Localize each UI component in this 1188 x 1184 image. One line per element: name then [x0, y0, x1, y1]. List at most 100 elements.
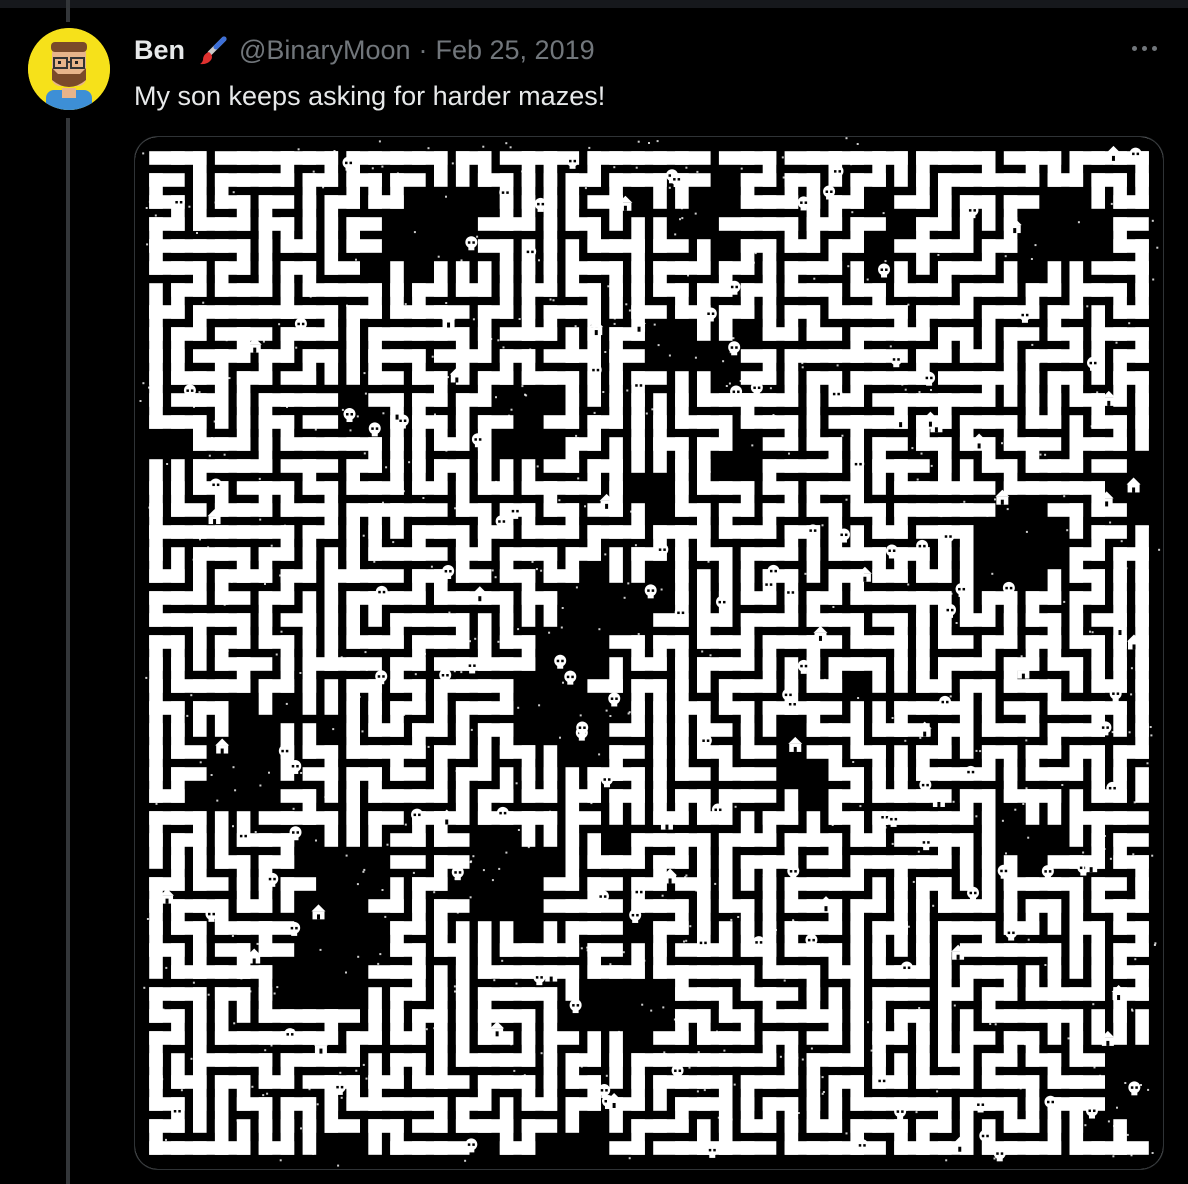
- speckle: [355, 258, 357, 261]
- speckle: [152, 233, 155, 236]
- speckle: [457, 405, 460, 408]
- speckle: [413, 231, 416, 234]
- speckle: [376, 789, 379, 792]
- speckle: [178, 379, 181, 382]
- speckle: [334, 197, 337, 199]
- speckle: [404, 303, 407, 306]
- maze-path: [193, 877, 229, 891]
- speckle: [189, 971, 192, 974]
- speckle: [188, 205, 191, 208]
- maze-image[interactable]: [134, 136, 1164, 1170]
- speckle: [999, 992, 1002, 995]
- speckle: [814, 1098, 817, 1101]
- speckle: [402, 660, 405, 663]
- speckle: [732, 307, 735, 310]
- maze-path: [959, 723, 974, 759]
- speckle: [1005, 338, 1008, 341]
- speckle: [813, 277, 816, 280]
- maze-path: [1003, 151, 1040, 165]
- speckle: [941, 990, 944, 993]
- maze-path: [434, 657, 470, 671]
- speckle: [880, 676, 883, 678]
- speckle: [620, 972, 623, 975]
- tweet-date[interactable]: Feb 25, 2019: [436, 35, 595, 66]
- maze-path: [346, 217, 382, 231]
- speckle: [396, 1055, 399, 1058]
- speckle: [544, 249, 547, 252]
- maze-path: [1069, 657, 1084, 693]
- speckle: [165, 1138, 167, 1141]
- maze-path: [609, 283, 623, 319]
- speckle: [433, 891, 436, 894]
- more-options-button[interactable]: [1122, 30, 1166, 66]
- speckle: [357, 955, 360, 958]
- speckle: [821, 1076, 824, 1079]
- avatar[interactable]: [28, 28, 110, 110]
- maze-path: [1069, 503, 1084, 539]
- speckle: [505, 851, 508, 854]
- speckle: [310, 465, 313, 468]
- speckle: [548, 631, 551, 634]
- speckle: [620, 810, 623, 813]
- maze-path: [302, 679, 317, 715]
- speckle: [295, 346, 298, 349]
- speckle: [481, 1030, 484, 1033]
- speckle: [396, 172, 399, 175]
- speckle: [404, 950, 407, 953]
- speckle: [223, 1054, 226, 1057]
- speckle: [602, 391, 605, 393]
- maze-path: [762, 987, 799, 1001]
- speckle: [963, 816, 966, 819]
- speckle: [927, 231, 930, 234]
- maze-path: [302, 393, 339, 407]
- author-name[interactable]: Ben: [134, 35, 185, 66]
- speckle: [637, 633, 640, 635]
- speckle: [651, 408, 654, 411]
- speckle: [162, 1008, 165, 1011]
- speckle: [1113, 1038, 1116, 1041]
- speckle: [293, 1054, 296, 1057]
- maze-path: [872, 349, 908, 363]
- speckle: [331, 693, 334, 695]
- maze-path: [477, 921, 492, 957]
- maze-path: [324, 1119, 360, 1133]
- speckle: [148, 200, 151, 203]
- speckle: [376, 450, 379, 453]
- speckle: [1014, 808, 1017, 811]
- speckle: [702, 1076, 705, 1079]
- maze-path: [959, 855, 974, 891]
- speckle: [525, 394, 528, 397]
- speckle: [668, 186, 671, 189]
- author-handle[interactable]: @BinaryMoon: [239, 35, 410, 66]
- speckle: [1052, 681, 1055, 684]
- speckle: [454, 990, 456, 993]
- maze-path: [324, 679, 339, 715]
- speckle: [832, 606, 835, 608]
- speckle: [697, 1051, 700, 1054]
- speckle: [164, 637, 167, 640]
- speckle: [401, 330, 404, 333]
- speckle: [574, 325, 577, 328]
- speckle: [969, 746, 972, 749]
- speckle: [447, 376, 449, 379]
- speckle: [422, 497, 425, 499]
- speckle: [470, 860, 473, 863]
- maze-path: [280, 613, 317, 627]
- maze-path: [434, 349, 470, 363]
- maze-path: [368, 811, 404, 825]
- speckle: [616, 751, 619, 754]
- speckle: [1025, 739, 1028, 742]
- speckle: [482, 948, 485, 951]
- speckle: [195, 730, 198, 733]
- speckle: [1103, 835, 1106, 837]
- maze-path: [718, 217, 755, 231]
- speckle: [733, 159, 736, 162]
- speckle: [634, 544, 637, 547]
- speckle: [454, 642, 457, 645]
- speckle: [264, 1049, 267, 1052]
- speckle: [650, 1009, 653, 1012]
- maze-path: [499, 921, 514, 957]
- speckle: [517, 829, 520, 831]
- speckle: [398, 745, 401, 748]
- speckle: [584, 187, 587, 190]
